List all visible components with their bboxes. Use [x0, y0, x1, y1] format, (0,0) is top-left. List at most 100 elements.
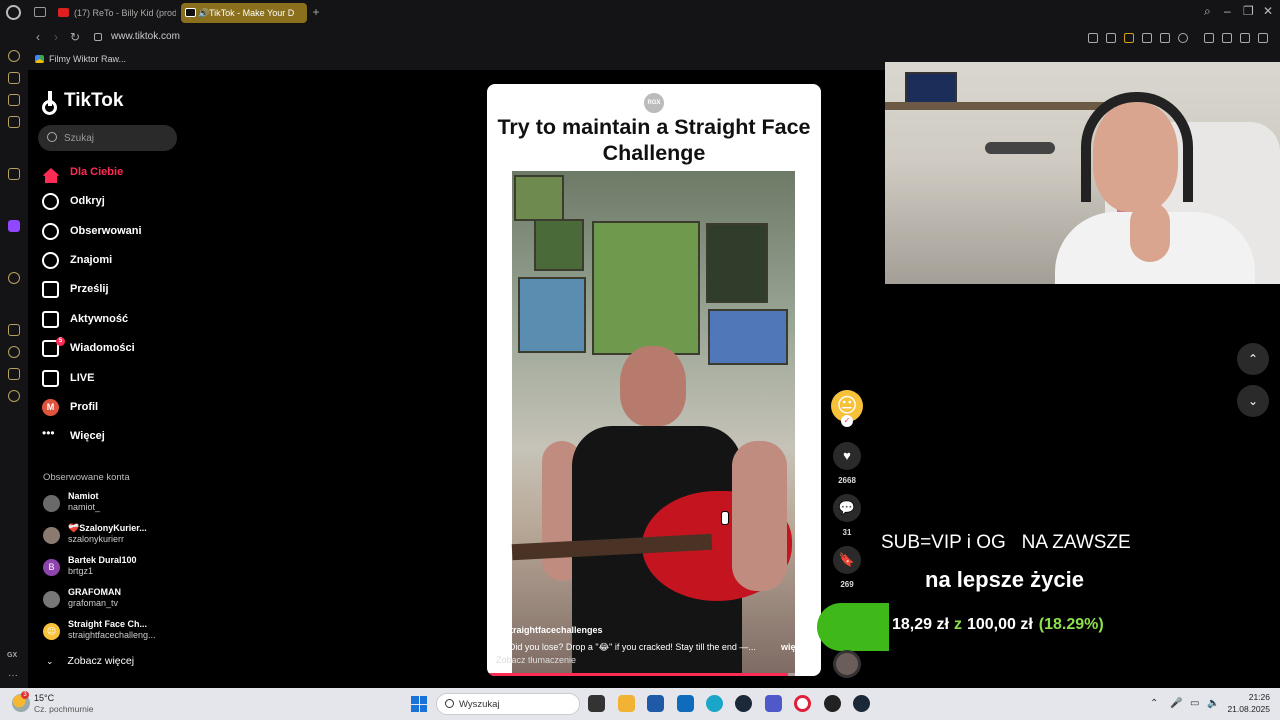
clock-date[interactable]: 21.08.2025	[1222, 704, 1270, 714]
player-icon[interactable]	[8, 272, 20, 284]
nav-item-following[interactable]: Obserwowani	[42, 220, 182, 242]
tab-label: TikTok - Make Your D	[209, 8, 295, 18]
translate-icon[interactable]	[1142, 33, 1152, 43]
messenger-icon[interactable]	[8, 116, 20, 128]
browser-tab-youtube[interactable]: (17) ReTo - Billy Kid (prod	[54, 3, 176, 23]
new-tab-icon[interactable]: +	[310, 5, 322, 19]
nav-item-for-you[interactable]: Dla Ciebie	[42, 161, 182, 183]
followed-account[interactable]: B Bartek Dural100 brtgz1	[43, 555, 173, 581]
tray-chevron-up-icon[interactable]: ⌃	[1150, 698, 1158, 709]
aria-icon[interactable]	[8, 50, 20, 62]
wallet-icon[interactable]	[1222, 33, 1232, 43]
bookmark-item[interactable]: Filmy Wiktor Raw...	[49, 54, 126, 64]
teams-icon[interactable]	[765, 695, 782, 712]
taskbar-search-input[interactable]	[459, 697, 574, 711]
edge-icon[interactable]	[706, 695, 723, 712]
tiktok-logo[interactable]: TikTok	[42, 90, 123, 115]
microphone-icon[interactable]: 🎤	[1170, 698, 1182, 709]
browser-tab-bar: (17) ReTo - Billy Kid (prod 🔊 TikTok - M…	[0, 0, 1280, 26]
google-drive-icon	[35, 55, 44, 63]
like-button[interactable]: ♥	[833, 442, 861, 470]
search-tabs-icon[interactable]: ⌕	[1204, 4, 1211, 19]
see-more-button[interactable]: ⌄ Zobacz więcej	[46, 655, 134, 667]
weather-temp[interactable]: 15°C	[34, 693, 54, 703]
followed-account[interactable]: Namiot namiot_	[43, 491, 173, 517]
caption-more-button[interactable]: więcej	[781, 642, 808, 652]
comment-button[interactable]: 💬	[833, 494, 861, 522]
opera-gx-icon[interactable]	[794, 695, 811, 712]
snapshot-icon[interactable]	[1106, 33, 1116, 43]
save-button[interactable]: 🔖	[833, 546, 861, 574]
goal-separator: z	[953, 616, 962, 633]
steam-alt-icon[interactable]	[853, 695, 870, 712]
task-view-icon[interactable]	[588, 695, 605, 712]
tab-menu-icon[interactable]	[34, 7, 46, 17]
minimize-icon[interactable]: –	[1224, 4, 1231, 18]
lock-icon[interactable]	[94, 33, 102, 41]
menu-icon[interactable]	[1258, 33, 1268, 43]
reload-icon[interactable]: ↻	[70, 30, 80, 44]
search-icon	[445, 699, 454, 708]
settings-icon[interactable]	[8, 390, 20, 402]
history-icon[interactable]	[8, 346, 20, 358]
obs-icon[interactable]	[824, 695, 841, 712]
video-progress-bar[interactable]	[487, 673, 821, 676]
speaker-icon[interactable]: 🔊	[198, 3, 209, 23]
live-icon	[42, 369, 59, 387]
browser-tab-tiktok[interactable]: 🔊 TikTok - Make Your D	[181, 3, 307, 23]
taskbar-search[interactable]	[436, 693, 580, 715]
display-icon[interactable]: ▭	[1190, 698, 1199, 709]
store-icon[interactable]	[8, 72, 20, 84]
nav-item-more[interactable]: ••• Więcej	[42, 425, 182, 447]
nav-item-explore[interactable]: Odkryj	[42, 190, 182, 212]
search-input[interactable]	[64, 129, 169, 147]
followed-check-icon[interactable]: ✓	[841, 415, 853, 427]
clock-time[interactable]: 21:26	[1230, 692, 1270, 702]
steam-icon[interactable]	[735, 695, 752, 712]
pin-icon[interactable]	[1088, 33, 1098, 43]
video-player[interactable]: RGX Try to maintain a Straight Face Chal…	[487, 84, 821, 676]
heart-icon[interactable]	[1178, 33, 1188, 43]
file-explorer-icon[interactable]	[618, 695, 635, 712]
twitch-icon[interactable]	[8, 220, 20, 232]
tiktok-search[interactable]	[38, 125, 177, 151]
outlook-icon[interactable]	[677, 695, 694, 712]
extensions-sidebar-icon[interactable]	[8, 368, 20, 380]
see-translation-button[interactable]: Zobacz tłumaczenie	[496, 655, 576, 665]
extensions-icon[interactable]	[1204, 33, 1214, 43]
followed-account[interactable]: ❤️‍🩹SzalonyKurier... szalonykurierr	[43, 523, 173, 549]
followed-account[interactable]: GRAFOMAN grafoman_tv	[43, 587, 173, 613]
workspaces-icon[interactable]	[8, 324, 20, 336]
nav-item-activity[interactable]: Aktywność	[42, 308, 182, 330]
play-icon[interactable]	[1160, 33, 1170, 43]
video-author[interactable]: straightfacechallenges	[505, 625, 603, 635]
nav-item-friends[interactable]: Znajomi	[42, 249, 182, 271]
previous-video-button[interactable]: ⌃	[1237, 343, 1269, 375]
gx-icon[interactable]: GX	[7, 652, 17, 659]
adblock-icon[interactable]	[1124, 33, 1134, 43]
store-app-icon[interactable]	[647, 695, 664, 712]
weather-desc[interactable]: Cz. pochmurnie	[34, 704, 94, 714]
more-dots-icon[interactable]: ···	[8, 670, 18, 681]
followed-account[interactable]: 😐 Straight Face Ch... straightfacechalle…	[43, 619, 173, 645]
back-icon[interactable]: ‹	[36, 30, 40, 44]
url-field[interactable]: www.tiktok.com	[111, 31, 180, 42]
music-disc-icon[interactable]	[833, 650, 861, 678]
twitter-icon[interactable]	[8, 94, 20, 106]
forward-icon[interactable]: ›	[54, 30, 58, 44]
nav-item-live[interactable]: LIVE	[42, 367, 182, 389]
windows-start-icon[interactable]	[411, 696, 427, 712]
next-video-button[interactable]: ⌄	[1237, 385, 1269, 417]
download-icon[interactable]	[1240, 33, 1250, 43]
avatar	[43, 527, 60, 544]
volume-icon[interactable]: 🔈	[1207, 698, 1219, 709]
opera-logo-icon[interactable]	[6, 5, 21, 20]
nav-item-upload[interactable]: Prześlij	[42, 278, 182, 300]
close-icon[interactable]: ✕	[1263, 4, 1273, 18]
maximize-icon[interactable]: ❐	[1243, 4, 1254, 18]
arrow-up-icon[interactable]	[8, 168, 20, 180]
share-button[interactable]	[817, 603, 889, 651]
nav-item-profile[interactable]: M Profil	[42, 396, 182, 418]
nav-item-messages[interactable]: 5 Wiadomości	[42, 336, 182, 359]
video-frame[interactable]	[511, 171, 795, 676]
